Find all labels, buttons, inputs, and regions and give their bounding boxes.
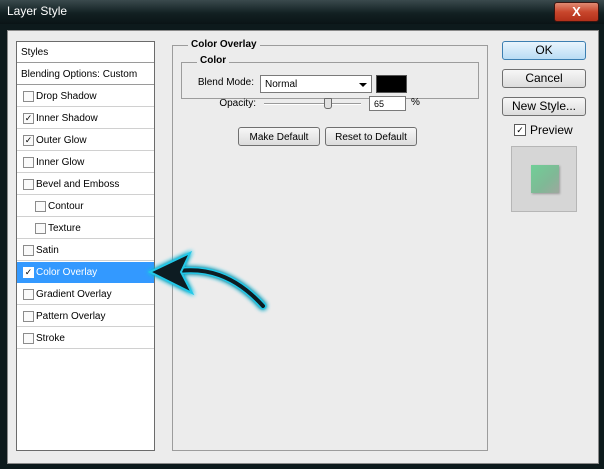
annotation-arrow [147, 250, 267, 310]
arrow-icon [147, 250, 267, 310]
